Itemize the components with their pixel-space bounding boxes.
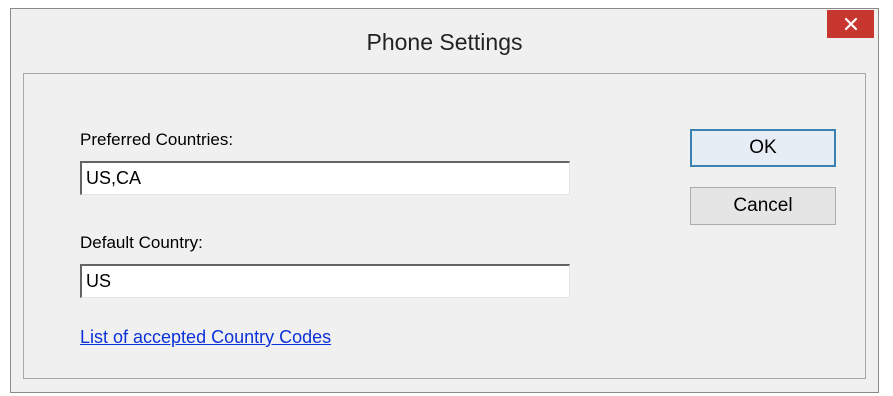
close-button[interactable] [827, 10, 874, 38]
cancel-button[interactable]: Cancel [690, 187, 836, 225]
preferred-countries-input[interactable] [80, 161, 570, 195]
close-icon [844, 17, 857, 31]
default-country-input[interactable] [80, 264, 570, 298]
ok-button[interactable]: OK [690, 129, 836, 167]
dialog-content: Preferred Countries: Default Country: Li… [23, 73, 866, 379]
title-bar[interactable]: Phone Settings [11, 9, 878, 72]
phone-settings-dialog: Phone Settings Preferred Countries: Defa… [10, 8, 879, 393]
default-country-label: Default Country: [80, 233, 203, 252]
preferred-countries-label: Preferred Countries: [80, 130, 234, 149]
dialog-title: Phone Settings [366, 29, 523, 55]
country-codes-link[interactable]: List of accepted Country Codes [80, 327, 331, 348]
